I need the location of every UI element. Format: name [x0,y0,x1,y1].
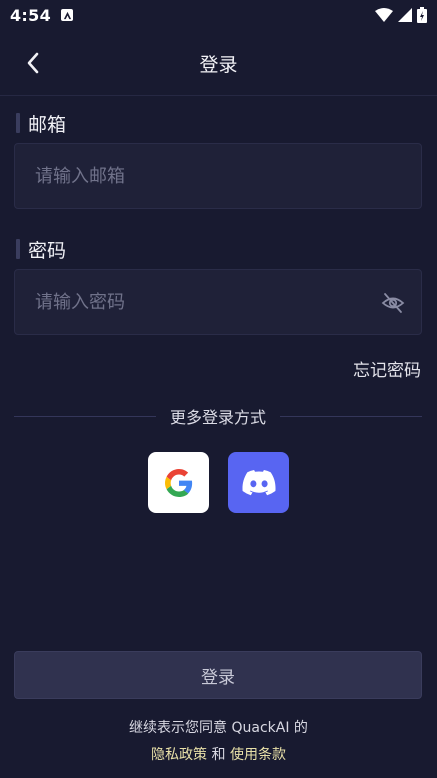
password-input[interactable] [35,270,365,334]
discord-icon [241,469,276,495]
agreement-links: 隐私政策 和 使用条款 [0,744,437,764]
forgot-password-link[interactable]: 忘记密码 [353,356,421,381]
divider-text: 更多登录方式 [170,408,267,427]
agreement-text: 继续表示您同意 QuackAI 的 [129,720,308,736]
label-accent-bar [16,113,20,133]
eye-off-icon [381,293,405,313]
login-button[interactable]: 登录 [14,651,422,699]
password-input-box [14,269,422,335]
privacy-policy-link[interactable]: 隐私政策 [151,747,207,763]
battery-icon [417,7,427,23]
password-label-text: 密码 [28,239,67,262]
email-input[interactable] [35,144,365,208]
status-time: 4:54 [10,5,51,25]
google-login-button[interactable] [148,452,209,513]
login-screen: 4:54 登录 邮箱 密码 [0,0,437,778]
terms-of-use-link[interactable]: 使用条款 [230,747,286,763]
label-accent-bar [16,239,20,259]
email-label-text: 邮箱 [28,113,67,136]
password-visibility-toggle[interactable] [381,291,405,315]
password-label: 密码 [16,238,67,262]
google-icon [164,468,192,497]
page-title: 登录 [199,54,238,76]
status-bar: 4:54 [0,0,437,30]
agreement-and: 和 [211,747,226,763]
email-input-box [14,143,422,209]
signal-icon [398,8,412,22]
app-header: 登录 [0,30,437,96]
wifi-icon [375,8,393,22]
divider-line [280,415,423,417]
status-icons [375,7,427,23]
more-login-divider: 更多登录方式 [14,404,423,428]
notification-app-icon [61,9,73,21]
discord-login-button[interactable] [228,452,289,513]
email-label: 邮箱 [16,112,67,136]
divider-line [14,415,156,417]
